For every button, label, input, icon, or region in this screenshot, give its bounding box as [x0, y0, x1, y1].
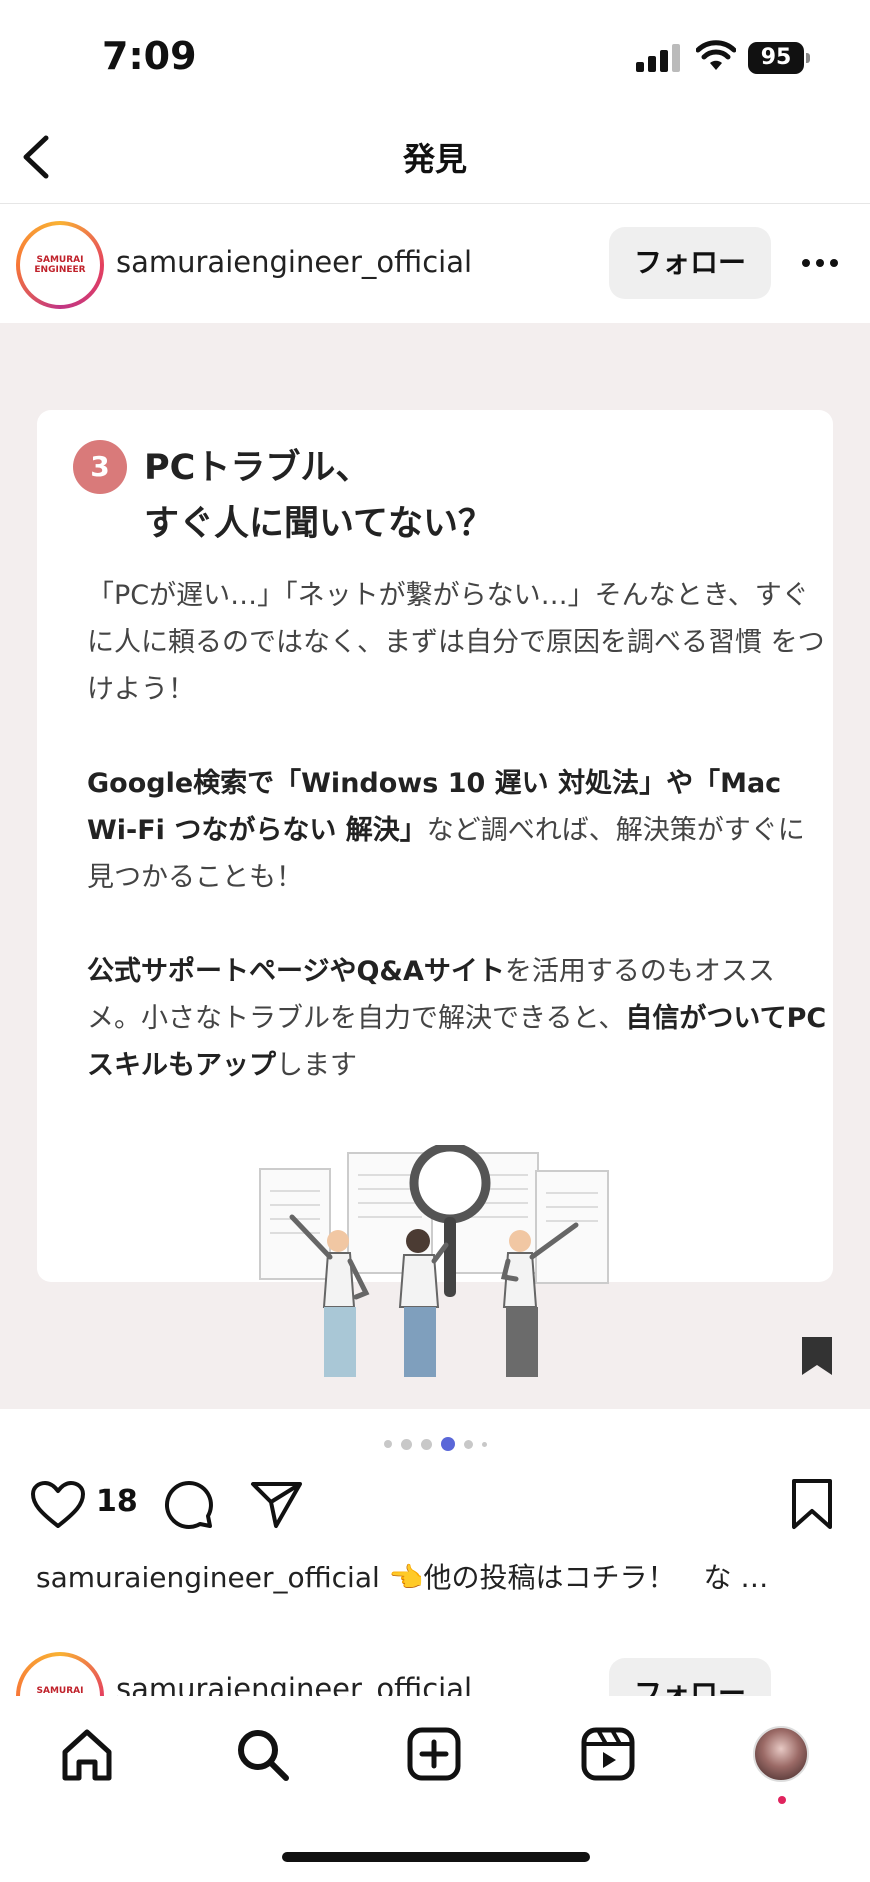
- card-title: PCトラブル、 すぐ人に聞いてない？: [144, 440, 493, 552]
- carousel-dots: [0, 1436, 870, 1452]
- carousel-dot: [420, 1438, 432, 1450]
- status-bar: 7:09 95: [0, 0, 870, 110]
- battery-icon: 95: [748, 42, 810, 74]
- profile-avatar[interactable]: [753, 1726, 809, 1782]
- card-title-line2: すぐ人に聞いてない？: [144, 504, 493, 544]
- post-username[interactable]: samuraiengineer_official: [116, 245, 472, 279]
- step-badge: 3: [73, 440, 127, 494]
- next-post-follow-button[interactable]: フォロー: [609, 1658, 771, 1696]
- cellular-signal-icon: [636, 44, 680, 72]
- card-paragraph-3-text-2: します: [276, 1050, 357, 1081]
- bookmark-overlay-icon[interactable]: [800, 1335, 834, 1377]
- battery-level: 95: [748, 42, 804, 74]
- next-post-brand-logo: SAMURAI ENGINEER: [24, 1660, 96, 1696]
- caption-username[interactable]: samuraiengineer_official: [36, 1561, 380, 1594]
- next-post-username[interactable]: samuraiengineer_official: [116, 1672, 472, 1696]
- carousel-dot: [481, 1441, 487, 1447]
- card-body: 「PCが遅い…」「ネットが繋がらない…」そんなとき、すぐに人に頼るのではなく、ま…: [87, 572, 827, 1136]
- caption-text: 👈他の投稿はコチラ！ な …: [388, 1561, 769, 1594]
- card-paragraph-1: 「PCが遅い…」「ネットが繋がらない…」そんなとき、すぐに人に頼るのではなく、ま…: [87, 580, 825, 705]
- next-post-ellipsis-icon[interactable]: [798, 1678, 842, 1696]
- card-paragraph-3: 公式サポートページやQ&Aサイトを活用するのもオススメ。小さなトラブルを自力で解…: [87, 948, 827, 1089]
- post-header: SAMURAI ENGINEER samuraiengineer_officia…: [0, 205, 870, 323]
- carousel-dot: [400, 1438, 412, 1450]
- nav-header: 発見: [0, 110, 870, 204]
- heart-icon[interactable]: [30, 1480, 86, 1530]
- home-indicator[interactable]: [282, 1852, 590, 1862]
- reels-icon[interactable]: [578, 1724, 638, 1784]
- bookmark-icon[interactable]: [790, 1478, 834, 1530]
- card-paragraph-2: Google検索で「Windows 10 遅い 対処法」や「Mac Wi-Fi …: [87, 760, 827, 901]
- next-post-avatar[interactable]: SAMURAI ENGINEER: [16, 1652, 104, 1696]
- follow-button[interactable]: フォロー: [609, 227, 771, 299]
- post-image[interactable]: 3 PCトラブル、 すぐ人に聞いてない？ 「PCが遅い…」「ネットが繋がらない……: [0, 323, 870, 1409]
- post-actions: 18: [0, 1470, 870, 1540]
- page-title: 発見: [402, 140, 467, 178]
- ellipsis-icon[interactable]: [798, 241, 842, 285]
- carousel-dot: [463, 1439, 473, 1449]
- search-illustration: [259, 1145, 609, 1377]
- card-title-line1: PCトラブル、: [144, 448, 371, 488]
- paper-plane-icon[interactable]: [250, 1478, 304, 1530]
- wifi-icon: [696, 40, 736, 70]
- carousel-dot: [383, 1440, 392, 1448]
- next-post-header: SAMURAI ENGINEER samuraiengineer_officia…: [0, 1652, 870, 1696]
- status-time: 7:09: [102, 34, 197, 78]
- avatar[interactable]: SAMURAI ENGINEER: [16, 221, 104, 309]
- comment-bubble-icon[interactable]: [162, 1478, 214, 1530]
- post-caption[interactable]: samuraiengineer_official 👈他の投稿はコチラ！ な …: [36, 1556, 836, 1596]
- card-paragraph-3-bold-1: 公式サポートページやQ&Aサイト: [87, 956, 505, 987]
- notification-dot: [778, 1796, 786, 1804]
- carousel-dot-active: [440, 1437, 455, 1451]
- brand-logo: SAMURAI ENGINEER: [24, 229, 96, 301]
- like-count[interactable]: 18: [96, 1484, 138, 1519]
- home-icon[interactable]: [57, 1724, 117, 1784]
- plus-square-icon[interactable]: [404, 1724, 464, 1784]
- search-icon[interactable]: [232, 1724, 292, 1784]
